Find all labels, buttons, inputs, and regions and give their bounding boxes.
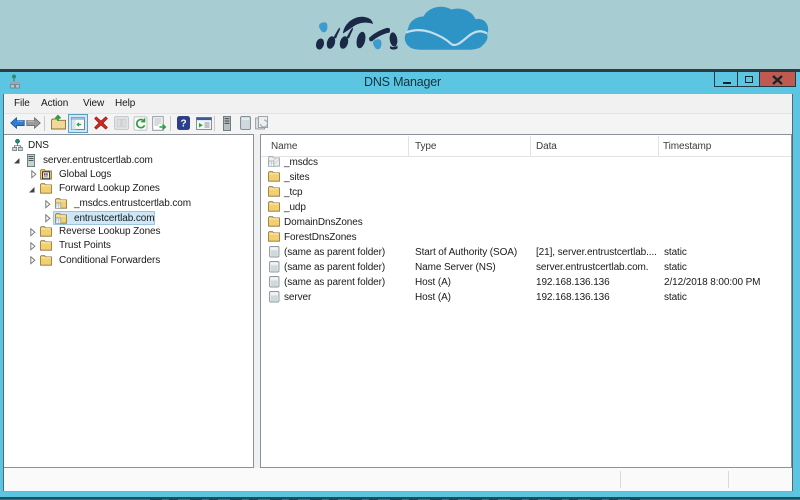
svg-text:?: ? [180, 119, 186, 130]
